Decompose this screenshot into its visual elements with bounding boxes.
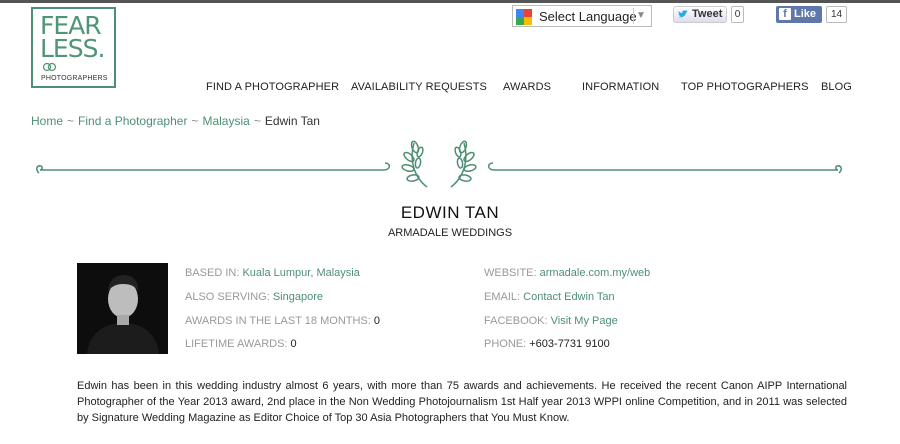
logo-line-2: LESS.	[40, 34, 105, 63]
logo-subtitle: PHOTOGRAPHERS	[41, 75, 108, 82]
laurel-wreath-icon	[401, 140, 477, 188]
facebook-icon: f	[779, 8, 791, 20]
nav-availability-requests[interactable]: AVAILABILITY REQUESTS	[351, 81, 487, 93]
breadcrumb-malaysia[interactable]: Malaysia	[202, 114, 249, 128]
nav-find-a-photographer[interactable]: FIND A PHOTOGRAPHER	[206, 81, 339, 93]
facebook-label: FACEBOOK:	[484, 315, 548, 327]
breadcrumb-separator: ~	[191, 114, 199, 128]
based-in-value[interactable]: Kuala Lumpur, Malaysia	[242, 267, 359, 279]
awards-18-months-label: AWARDS IN THE LAST 18 MONTHS:	[185, 315, 371, 327]
breadcrumb-separator: ~	[253, 114, 261, 128]
profile-photo	[77, 263, 168, 354]
nav-information[interactable]: INFORMATION	[582, 81, 659, 93]
rings-icon	[42, 62, 57, 72]
email-row: EMAIL: Contact Edwin Tan	[484, 291, 615, 303]
chevron-down-icon: ▼	[633, 8, 648, 24]
facebook-row: FACEBOOK: Visit My Page	[484, 315, 618, 327]
laurel-divider	[36, 140, 842, 188]
lifetime-awards-row: LIFETIME AWARDS: 0	[185, 338, 297, 350]
breadcrumb-separator: ~	[67, 114, 75, 128]
studio-name: ARMADALE WEDDINGS	[387, 227, 513, 239]
portrait-image	[77, 263, 168, 354]
phone-row: PHONE: +603-7731 9100	[484, 338, 610, 350]
language-select-label: Select Language	[539, 9, 637, 24]
also-serving-label: ALSO SERVING:	[185, 291, 270, 303]
email-label: EMAIL:	[484, 291, 521, 303]
website-row: WEBSITE: armadale.com.my/web	[484, 267, 650, 279]
facebook-like-button[interactable]: f Like	[776, 6, 822, 23]
based-in-row: BASED IN: Kuala Lumpur, Malaysia	[185, 267, 360, 279]
nav-blog[interactable]: BLOG	[821, 81, 852, 93]
also-serving-row: ALSO SERVING: Singapore	[185, 291, 323, 303]
google-translate-icon	[516, 9, 532, 25]
facebook-link[interactable]: Visit My Page	[551, 315, 618, 327]
awards-18-months-value: 0	[373, 315, 381, 327]
breadcrumb-find-a-photographer[interactable]: Find a Photographer	[78, 114, 187, 128]
lifetime-awards-value: 0	[290, 338, 297, 350]
tweet-label: Tweet	[692, 8, 723, 20]
fearless-logo[interactable]: FEAR LESS. PHOTOGRAPHERS	[31, 7, 116, 88]
like-count: 14	[826, 6, 847, 23]
phone-value: +603-7731 9100	[529, 338, 610, 350]
photographer-name: EDWIN TAN	[400, 203, 500, 222]
top-border	[0, 0, 900, 3]
photographer-bio: Edwin has been in this wedding industry …	[77, 380, 847, 424]
website-link[interactable]: armadale.com.my/web	[540, 267, 651, 279]
twitter-bird-icon	[678, 10, 688, 18]
nav-awards[interactable]: AWARDS	[503, 81, 551, 93]
nav-top-photographers[interactable]: TOP PHOTOGRAPHERS	[681, 81, 809, 93]
website-label: WEBSITE:	[484, 267, 537, 279]
lifetime-awards-label: LIFETIME AWARDS:	[185, 338, 288, 350]
tweet-count: 0	[731, 6, 744, 23]
breadcrumb: Home ~ Find a Photographer ~ Malaysia ~ Edwin …	[31, 114, 320, 128]
tweet-button[interactable]: Tweet	[673, 6, 727, 23]
breadcrumb-current: Edwin Tan	[264, 114, 320, 128]
breadcrumb-home[interactable]: Home	[31, 114, 63, 128]
like-label: Like	[794, 8, 817, 20]
also-serving-value[interactable]: Singapore	[273, 291, 323, 303]
language-select[interactable]: Select Language ▼	[512, 5, 652, 27]
based-in-label: BASED IN:	[185, 267, 240, 279]
phone-label: PHONE:	[484, 338, 527, 350]
email-link[interactable]: Contact Edwin Tan	[523, 291, 615, 303]
awards-18-months-row: AWARDS IN THE LAST 18 MONTHS: 0	[185, 315, 380, 327]
